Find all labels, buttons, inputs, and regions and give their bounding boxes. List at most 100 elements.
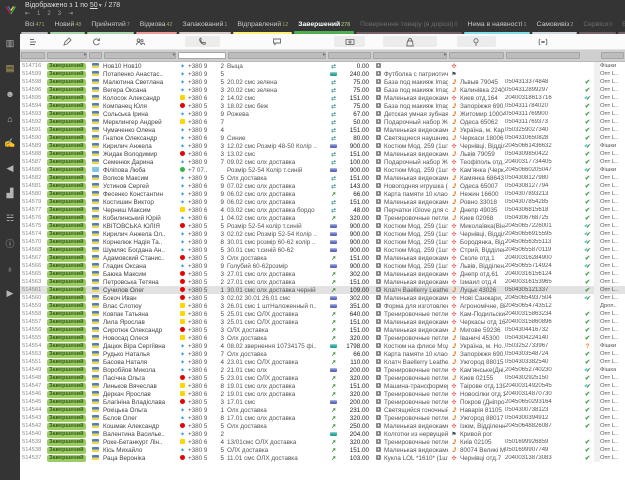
order-row-514561[interactable]: 514561ЗавершенийСучилов Олег+380 5130.01… bbox=[20, 286, 625, 294]
order-row-514566[interactable]: 514566ЗавершенийГладик Оксана✶+380 99Гол… bbox=[20, 262, 625, 270]
product-icon-cell bbox=[372, 271, 384, 278]
flag-ua-icon bbox=[92, 335, 99, 340]
filter-box-tracking[interactable] bbox=[506, 52, 580, 59]
order-row-514546[interactable]: 514546ЗавершенийДеркач Ярослав+380 6219.… bbox=[20, 390, 625, 398]
order-row-514549[interactable]: 514549ЗавершенийВоробйов Микола✶+380 622… bbox=[20, 366, 625, 374]
order-row-514556[interactable]: 514556ЗавершенийСиротюк Олександр+380 53… bbox=[20, 326, 625, 334]
tab-нема-в-наявності[interactable]: Нема в наявності1 bbox=[463, 17, 532, 34]
filter-box-manager[interactable] bbox=[601, 52, 624, 59]
column-header-payment[interactable] bbox=[327, 34, 372, 49]
order-row-514548[interactable]: 514548ЗавершенийПасічна Ольга+380 5523.0… bbox=[20, 374, 625, 382]
order-row-514568[interactable]: 514568ЗавершенийШумляс Богдана Ан..✶+380… bbox=[20, 246, 625, 254]
column-header-comment[interactable] bbox=[227, 34, 327, 49]
info-icon[interactable]: ⓘ bbox=[4, 231, 15, 256]
order-row-514580[interactable]: 514580ЗавершенийФесенко Константин✶+380 … bbox=[20, 190, 625, 198]
column-header-order-id[interactable] bbox=[20, 34, 46, 49]
filter-box-delivery[interactable] bbox=[449, 52, 504, 59]
order-row-514575[interactable]: 514575ЗавершенийКВІТОВСЬКА ЮЛІЯ+380 55Ро… bbox=[20, 222, 625, 230]
clients-icon[interactable]: ☻ bbox=[4, 81, 15, 106]
column-header-delivery[interactable] bbox=[448, 34, 505, 49]
order-row-514559[interactable]: 514559ЗавершенийВлас Слотюу+380 6326.01 … bbox=[20, 302, 625, 310]
column-header-phone[interactable] bbox=[177, 34, 227, 49]
order-row-514574[interactable]: 514574ЗавершенийКирилич Анжела Ол..✶+380… bbox=[20, 230, 625, 238]
order-row-514563[interactable]: 514563ЗавершенийПетровська Тетяна+380 52… bbox=[20, 278, 625, 286]
order-row-514582[interactable]: 514582ЗавершенийВолков Максим✶+380 95Олх… bbox=[20, 174, 625, 182]
order-row-514586[interactable]: 514586ЗавершенийФіліпова Люба+7 07..Розм… bbox=[20, 166, 625, 174]
order-row-514544[interactable]: 514544ЗавершенийРокіцька Ольга✶+380 91Ол… bbox=[20, 406, 625, 414]
network-icon[interactable]: ♁ bbox=[4, 256, 15, 281]
order-row-514547[interactable]: 514547ЗавершенийЛиньков Вячеслав+380 681… bbox=[20, 382, 625, 390]
filter-box-order-id[interactable] bbox=[21, 52, 45, 59]
order-row-514555[interactable]: 514555ЗавершенийНовосад Олеся+380 63Олх … bbox=[20, 334, 625, 342]
column-header-product[interactable] bbox=[372, 34, 448, 49]
order-row-514592[interactable]: 514592ЗавершенийМерклингер Андрей+380 67… bbox=[20, 118, 625, 126]
tab-новий[interactable]: Новий48 bbox=[49, 17, 86, 34]
tab-самовивіз[interactable]: Самовивіз2 bbox=[531, 17, 578, 34]
order-row-514599[interactable]: 514599ЗавершенийПотапенко Анастас..✶+380… bbox=[20, 70, 625, 78]
order-row-514565[interactable]: 514565ЗавершенийБаюка Максим+380 5327.01… bbox=[20, 270, 625, 278]
order-row-514593[interactable]: 514593ЗавершенийСольська Ірина✶+380 99Ро… bbox=[20, 110, 625, 118]
order-row-514598[interactable]: 514598ЗавершенийМалютина Светлана✶+380 9… bbox=[20, 78, 625, 86]
order-row-514554[interactable]: 514554ЗавершенийДацюк Віра Сергіївна✶+38… bbox=[20, 342, 625, 350]
order-row-514596[interactable]: 514596ЗавершенийВегера Оксана✶+380 9320.… bbox=[20, 86, 625, 94]
order-row-514576[interactable]: 514576ЗавершенийКобилинський Юрій✶+380 6… bbox=[20, 214, 625, 222]
order-row-514588[interactable]: 514588ЗавершенийЖидак Володимир+380 6313… bbox=[20, 150, 625, 158]
page-size-selector[interactable]: 50 bbox=[90, 2, 98, 9]
product-name: Тренировочные петли TRX Train.. bbox=[384, 415, 448, 422]
filter-input-phone[interactable] bbox=[178, 52, 226, 59]
order-id: 514546 bbox=[20, 391, 46, 397]
filter-box-source[interactable] bbox=[89, 52, 102, 59]
order-row-514543[interactable]: 514543ЗавершенийБєлов Олег✶+380 9817.01 … bbox=[20, 414, 625, 422]
order-row-514589[interactable]: 514589ЗавершенийКирилич Анжела✶+380 9312… bbox=[20, 142, 625, 150]
order-row-514553[interactable]: 514553ЗавершенийРудько Наталья✶+380 97Ол… bbox=[20, 350, 625, 358]
column-header-client[interactable] bbox=[103, 34, 177, 49]
analytics-icon[interactable]: ▟ bbox=[4, 181, 15, 206]
order-row-514557[interactable]: 514557ЗавершенийЛила Ярослав+380 6325.01… bbox=[20, 318, 625, 326]
tab-всі[interactable]: Всі471 bbox=[20, 17, 49, 34]
filter-box-payment[interactable] bbox=[328, 52, 371, 59]
order-row-514577[interactable]: 514577ЗавершенийЧерниш Максим+380 6403.0… bbox=[20, 206, 625, 214]
column-header-tracking[interactable] bbox=[505, 34, 581, 49]
column-header-source[interactable] bbox=[88, 34, 103, 49]
order-row-514587[interactable]: 514587ЗавершенийСеменюк Дарина✶+380 9709… bbox=[20, 158, 625, 166]
app-logo-icon[interactable] bbox=[4, 3, 17, 21]
order-row-514551[interactable]: 514551ЗавершенийБасова Наталя✶+380 9423.… bbox=[20, 358, 625, 366]
order-row-514560[interactable]: 514560ЗавершенийБокоч Иван+380 5302.02 3… bbox=[20, 294, 625, 302]
tab-запакований[interactable]: Запакований1 bbox=[178, 17, 233, 34]
marketing-icon[interactable]: ◀ bbox=[4, 156, 15, 181]
order-row-514581[interactable]: 514581ЗавершенийУстинов Сергей✶+380 6907… bbox=[20, 182, 625, 190]
tab-прийнятий[interactable]: Прийнятий7 bbox=[86, 17, 134, 34]
order-row-514570[interactable]: 514570ЗавершенийКорнелюк Надія Та..✶+380… bbox=[20, 238, 625, 246]
catalog-icon[interactable]: ▤ bbox=[4, 56, 15, 81]
order-row-514591[interactable]: 514591ЗавершенийЧумаченко Олена✶+380 94⇄… bbox=[20, 126, 625, 134]
order-row-514716[interactable]: 514716ЗавершенийНов10 Нов10✶+380 92Выца⇄… bbox=[20, 62, 625, 70]
order-row-514539[interactable]: 514539ЗавершенийРоке-Бетанкурт Лін..+380… bbox=[20, 438, 625, 446]
filter-select-comment[interactable]: ▾ bbox=[228, 52, 326, 59]
settings-icon[interactable]: ☵ bbox=[4, 206, 15, 231]
tab-в-дорозі-додому[interactable]: В дорозі додому bbox=[617, 17, 625, 34]
order-row-514579[interactable]: 514579ЗавершенийКостишин Виктор✶+380 990… bbox=[20, 198, 625, 206]
filter-select-client[interactable]: ▾ bbox=[104, 52, 176, 59]
order-row-514540[interactable]: 514540ЗавершенийВалентина Василье..✶+380… bbox=[20, 430, 625, 438]
column-header-status[interactable] bbox=[46, 34, 88, 49]
order-row-514537[interactable]: 514537ЗавершенийРаца Вероніка+380 5511.0… bbox=[20, 454, 625, 462]
order-row-514545[interactable]: 514545ЗавершенийБлагініна Владіслава+380… bbox=[20, 398, 625, 406]
order-row-514542[interactable]: 514542ЗавершенийКошмак Александр+380 55О… bbox=[20, 422, 625, 430]
order-row-514567[interactable]: 514567ЗавершенийАдамовский Станис..+380 … bbox=[20, 254, 625, 262]
order-row-514558[interactable]: 514558ЗавершенийКовпак Татьяна+380 6525.… bbox=[20, 310, 625, 318]
tasks-icon[interactable]: ✍ bbox=[4, 131, 15, 156]
filter-select-product[interactable]: ▾ bbox=[373, 52, 447, 59]
tab-відправлений[interactable]: Відправлений12 bbox=[232, 17, 293, 34]
orders-icon[interactable]: ▥ bbox=[4, 31, 15, 56]
tab-сервіси[interactable]: Сервіси0 bbox=[578, 17, 617, 34]
tab-завершений[interactable]: Завершений278 bbox=[293, 17, 355, 34]
order-row-514594[interactable]: 514594ЗавершенийКомпанец Юля+380 5318.02… bbox=[20, 102, 625, 110]
tab-відмова[interactable]: Відмова42 bbox=[135, 17, 178, 34]
video-icon[interactable]: ▶ bbox=[4, 281, 15, 306]
order-row-514538[interactable]: 514538ЗавершенийКісь Михайло✶+380 95ОЛХ … bbox=[20, 446, 625, 454]
company-icon[interactable]: ⌂ bbox=[4, 106, 15, 131]
tab-повернення-товару-в-дорозі-[interactable]: Повернення товару (в дорозі)0 bbox=[355, 17, 462, 34]
filter-select-status[interactable]: ▾ bbox=[47, 52, 87, 59]
order-row-514590[interactable]: 514590ЗавершенийГнатюк Олександр✶+380 69… bbox=[20, 134, 625, 142]
order-row-514595[interactable]: 514595ЗавершенийКолосок Александр+380 62… bbox=[20, 94, 625, 102]
